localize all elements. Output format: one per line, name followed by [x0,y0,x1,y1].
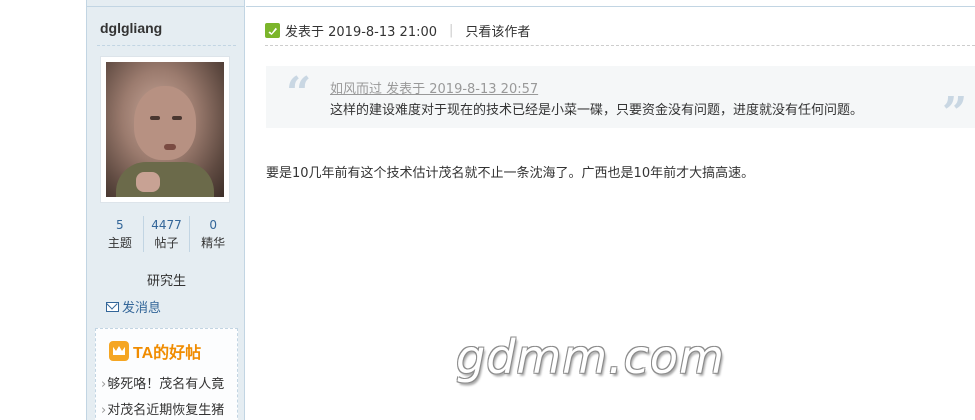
send-message-link[interactable]: 发消息 [106,297,161,316]
good-post-link[interactable]: 对茂名近期恢复生猪 [107,403,224,418]
good-post-item[interactable]: ›够死咯！茂名有人竟 [101,373,237,392]
quote-close-icon: ” [942,88,968,139]
avatar-shirt [116,162,214,197]
author-sidebar: dglgliang 5 主题 4477 帖子 0 精华 研究生 发消息 TA的好… [86,0,245,420]
quote-header-link[interactable]: 如风而过 发表于 2019-8-13 20:57 [330,78,538,97]
post-date: 发表于 2019-8-13 21:00 [285,25,438,40]
post-meta: 发表于 2019-8-13 21:00 | 只看该作者 [265,21,530,40]
stat-posts-label: 帖子 [154,236,179,250]
stat-digest-label: 精华 [201,236,226,250]
quote-text: 这样的建设难度对于现在的技术已经是小菜一碟，只要资金没有问题，进度就没有任何问题… [330,103,864,118]
good-posts-title: TA的好帖 [109,339,201,363]
send-message-label[interactable]: 发消息 [122,297,161,316]
chevron-right-icon: › [101,377,107,392]
stat-topics-value[interactable]: 5 [97,216,143,234]
author-username[interactable]: dglgliang [100,20,162,36]
username-divider [97,45,236,46]
author-rank: 研究生 [146,274,186,289]
good-posts-title-text: TA的好帖 [133,345,202,362]
quote-open-icon: “ [286,68,312,119]
stat-posts[interactable]: 4477 帖子 [144,216,191,252]
avatar-frame[interactable] [100,56,230,203]
avatar-mouth [164,144,176,150]
sidebar-top-border [87,6,244,7]
stat-posts-value[interactable]: 4477 [144,216,190,234]
meta-divider [265,45,975,46]
good-post-item[interactable]: ›对茂名近期恢复生猪 [101,399,237,418]
author-stats: 5 主题 4477 帖子 0 精华 [97,216,236,252]
chevron-right-icon: › [101,403,107,418]
stat-digest[interactable]: 0 精华 [190,216,236,252]
avatar-eye-right [172,116,182,120]
site-watermark: gdmm.com [456,330,725,384]
only-author-link[interactable]: 只看该作者 [465,21,530,40]
mail-icon [106,301,119,312]
stat-digest-value[interactable]: 0 [190,216,236,234]
online-status-icon [265,23,280,38]
stat-topics-label: 主题 [107,236,132,250]
good-posts-panel: TA的好帖 ›够死咯！茂名有人竟 ›对茂名近期恢复生猪 [95,328,238,420]
good-post-link[interactable]: 够死咯！茂名有人竟 [107,377,224,392]
crown-icon [109,341,129,361]
post-body-text: 要是10几年前有这个技术估计茂名就不止一条沈海了。广西也是10年前才大搞高速。 [266,166,755,181]
avatar-eye-left [150,116,160,120]
avatar[interactable] [106,62,224,197]
stat-topics[interactable]: 5 主题 [97,216,144,252]
left-gutter [0,0,86,420]
meta-separator: | [449,23,454,38]
avatar-hand [136,172,160,192]
quote-block: “ 如风而过 发表于 2019-8-13 20:57 这样的建设难度对于现在的技… [266,66,975,136]
post-top-border [246,6,975,7]
